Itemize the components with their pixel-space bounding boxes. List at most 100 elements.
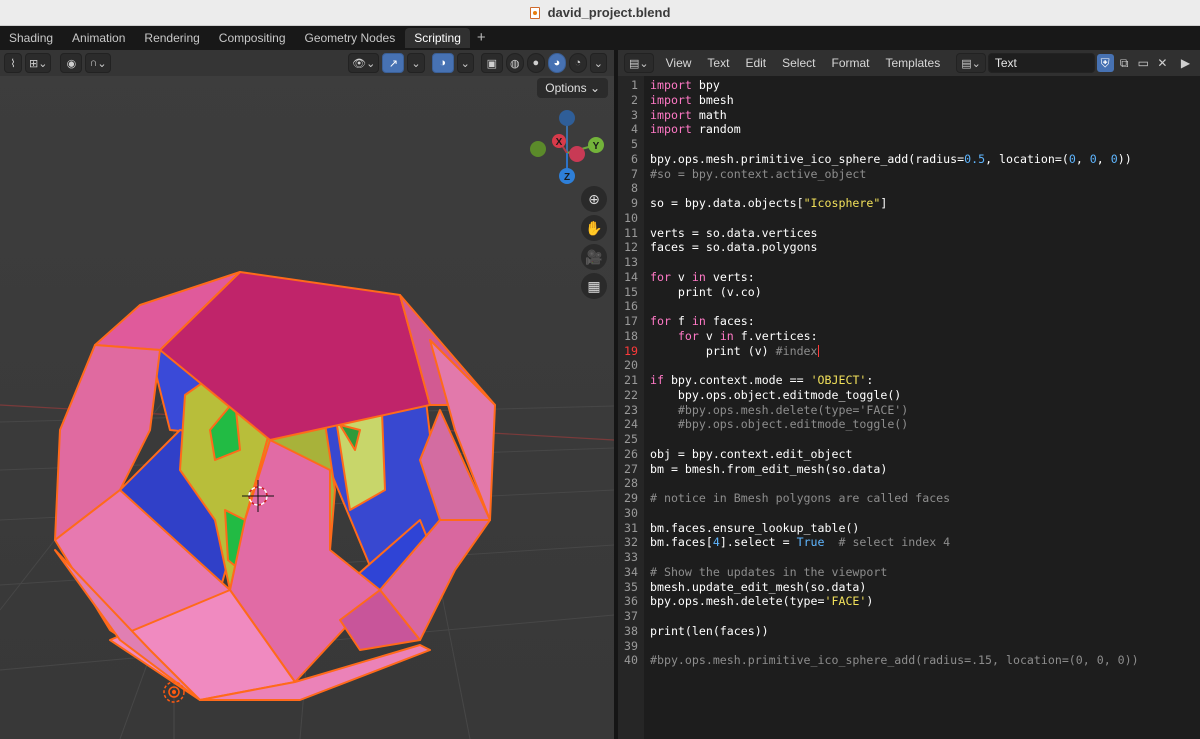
code-line[interactable]: 5 <box>618 137 1200 152</box>
snap-toggle[interactable]: ⌇ <box>4 53 22 73</box>
navigation-gizmo[interactable]: Y X Z <box>530 110 604 184</box>
code-line[interactable]: 4 import random <box>618 122 1200 137</box>
code-line[interactable]: 9 so = bpy.data.objects["Icosphere"] <box>618 196 1200 211</box>
text-datablock-icon: ▤ <box>961 57 972 70</box>
code-line[interactable]: 33 <box>618 550 1200 565</box>
code-line[interactable]: 26 obj = bpy.context.edit_object <box>618 447 1200 462</box>
code-line[interactable]: 25 <box>618 432 1200 447</box>
3d-viewport[interactable]: Y X Z ⌇ ⊞ ⌄ ◉ ∩ ⌄ 👁 ⌄ ↗ ⌄ ◑ ⌄ ▣ ◍ ● ◕ ◔ … <box>0 50 614 739</box>
proportional-edit-toggle[interactable]: ◉ <box>60 53 83 73</box>
code-line[interactable]: 28 <box>618 476 1200 491</box>
snap-target-dropdown[interactable]: ⊞ ⌄ <box>25 53 52 73</box>
code-line[interactable]: 13 <box>618 255 1200 270</box>
options-dropdown[interactable]: Options ⌄ <box>537 78 608 98</box>
line-number: 13 <box>624 255 638 269</box>
code-line[interactable]: 18 for v in f.vertices: <box>618 329 1200 344</box>
code-line[interactable]: 10 <box>618 211 1200 226</box>
code-line[interactable]: 15 print (v.co) <box>618 285 1200 300</box>
fake-user-shield-icon[interactable]: ⛨ <box>1096 54 1114 72</box>
tab-scripting[interactable]: Scripting <box>405 28 470 48</box>
code-line[interactable]: 3 import math <box>618 108 1200 123</box>
code-token: for <box>650 269 671 284</box>
tab-animation[interactable]: Animation <box>63 28 134 48</box>
menu-edit[interactable]: Edit <box>745 56 766 70</box>
code-line[interactable]: 27 bm = bmesh.from_edit_mesh(so.data) <box>618 462 1200 477</box>
solid-shading-button[interactable]: ● <box>526 53 545 73</box>
code-line[interactable]: 1 import bpy <box>618 78 1200 93</box>
code-line[interactable]: 34 # Show the updates in the viewport <box>618 565 1200 580</box>
code-line[interactable]: 31 bm.faces.ensure_lookup_table() <box>618 521 1200 536</box>
zoom-icon[interactable]: ⊕ <box>581 186 607 212</box>
code-line[interactable]: 2 import bmesh <box>618 93 1200 108</box>
new-text-icon[interactable]: ⧉ <box>1116 54 1133 72</box>
code-line[interactable]: 40 #bpy.ops.mesh.primitive_ico_sphere_add… <box>618 653 1200 668</box>
tab-rendering[interactable]: Rendering <box>135 28 208 48</box>
menu-text[interactable]: Text <box>707 56 729 70</box>
rendered-shading-button[interactable]: ◔ <box>568 53 587 73</box>
perspective-grid-icon[interactable]: ▦ <box>581 273 607 299</box>
code-token: for <box>650 314 671 328</box>
code-token: in <box>691 269 706 284</box>
tab-compositing[interactable]: Compositing <box>210 28 295 48</box>
material-preview-button[interactable]: ◕ <box>547 53 566 73</box>
menu-view[interactable]: View <box>666 56 692 70</box>
menu-templates[interactable]: Templates <box>886 56 941 70</box>
line-number: 12 <box>624 240 638 255</box>
code-line[interactable]: 39 <box>618 639 1200 654</box>
code-token: 'FACE' <box>824 594 867 609</box>
gizmo-dropdown[interactable]: ⌄ <box>407 53 425 73</box>
code-line[interactable]: 19 print (v) #index <box>618 344 1200 359</box>
code-token: print (v.co) <box>650 284 762 299</box>
browse-text-dropdown[interactable]: ▤ ⌄ <box>956 53 986 73</box>
add-workspace-button[interactable]: + <box>471 28 492 48</box>
gizmo-toggle[interactable]: ↗ <box>382 53 405 73</box>
code-line[interactable]: 22 bpy.ops.object.editmode_toggle() <box>618 388 1200 403</box>
code-line[interactable]: 8 <box>618 181 1200 196</box>
editor-type-dropdown[interactable]: ▤ ⌄ <box>624 53 654 73</box>
code-line[interactable]: 11 verts = so.data.vertices <box>618 226 1200 241</box>
icosphere-mesh[interactable] <box>54 271 496 701</box>
object-visibility-dropdown[interactable]: 👁 ⌄ <box>348 53 380 73</box>
code-line[interactable]: 21 if bpy.context.mode == 'OBJECT': <box>618 373 1200 388</box>
code-line[interactable]: 17 for f in faces: <box>618 314 1200 329</box>
code-token: f <box>670 314 692 328</box>
menu-select[interactable]: Select <box>782 56 815 70</box>
pan-hand-icon[interactable]: ✋ <box>581 215 607 241</box>
open-folder-icon[interactable]: ▭ <box>1135 54 1152 72</box>
code-area[interactable]: 1 import bpy 2 import bmesh 3 import math 4 imp… <box>618 76 1200 739</box>
menu-format[interactable]: Format <box>831 56 869 70</box>
shading-dropdown[interactable]: ⌄ <box>589 53 607 73</box>
code-line[interactable]: 36 bpy.ops.mesh.delete(type='FACE') <box>618 594 1200 609</box>
text-cursor <box>817 345 819 357</box>
code-token: bmesh <box>691 92 734 107</box>
increment-snap-icon: ⊞ <box>29 57 39 70</box>
run-script-play-icon[interactable]: ▶ <box>1177 54 1194 72</box>
code-line[interactable]: 14 for v in verts: <box>618 270 1200 285</box>
text-name-field[interactable]: Text <box>987 53 1095 73</box>
code-line[interactable]: 23 #bpy.ops.mesh.delete(type='FACE') <box>618 403 1200 418</box>
code-line[interactable]: 12 faces = so.data.polygons <box>618 240 1200 255</box>
overlays-dropdown[interactable]: ⌄ <box>456 53 474 73</box>
code-line[interactable]: 32 bm.faces[4].select = True # select ind… <box>618 535 1200 550</box>
code-line[interactable]: 20 <box>618 358 1200 373</box>
code-line[interactable]: 35 bmesh.update_edit_mesh(so.data) <box>618 580 1200 595</box>
falloff-dropdown[interactable]: ∩ ⌄ <box>85 53 111 73</box>
code-line[interactable]: 16 <box>618 299 1200 314</box>
code-line[interactable]: 30 <box>618 506 1200 521</box>
tab-geometry-nodes[interactable]: Geometry Nodes <box>296 28 405 48</box>
code-line[interactable]: 38 print(len(faces)) <box>618 624 1200 639</box>
code-line[interactable]: 6 bpy.ops.mesh.primitive_ico_sphere_add(r… <box>618 152 1200 167</box>
camera-view-icon[interactable]: 🎥 <box>581 244 607 270</box>
viewport-canvas[interactable]: Y X Z <box>0 50 614 739</box>
overlays-toggle[interactable]: ◑ <box>431 53 454 73</box>
code-token: bpy.ops.object.editmode_toggle() <box>650 387 902 402</box>
xray-toggle[interactable]: ▣ <box>480 53 503 73</box>
tab-shading[interactable]: Shading <box>0 28 62 48</box>
code-token: , <box>1096 151 1111 166</box>
unlink-close-icon[interactable]: ✕ <box>1154 54 1171 72</box>
wireframe-shading-button[interactable]: ◍ <box>505 53 524 73</box>
code-line[interactable]: 29 # notice in Bmesh polygons are called … <box>618 491 1200 506</box>
code-line[interactable]: 37 <box>618 609 1200 624</box>
code-line[interactable]: 24 #bpy.ops.object.editmode_toggle() <box>618 417 1200 432</box>
code-line[interactable]: 7 #so = bpy.context.active_object <box>618 167 1200 182</box>
